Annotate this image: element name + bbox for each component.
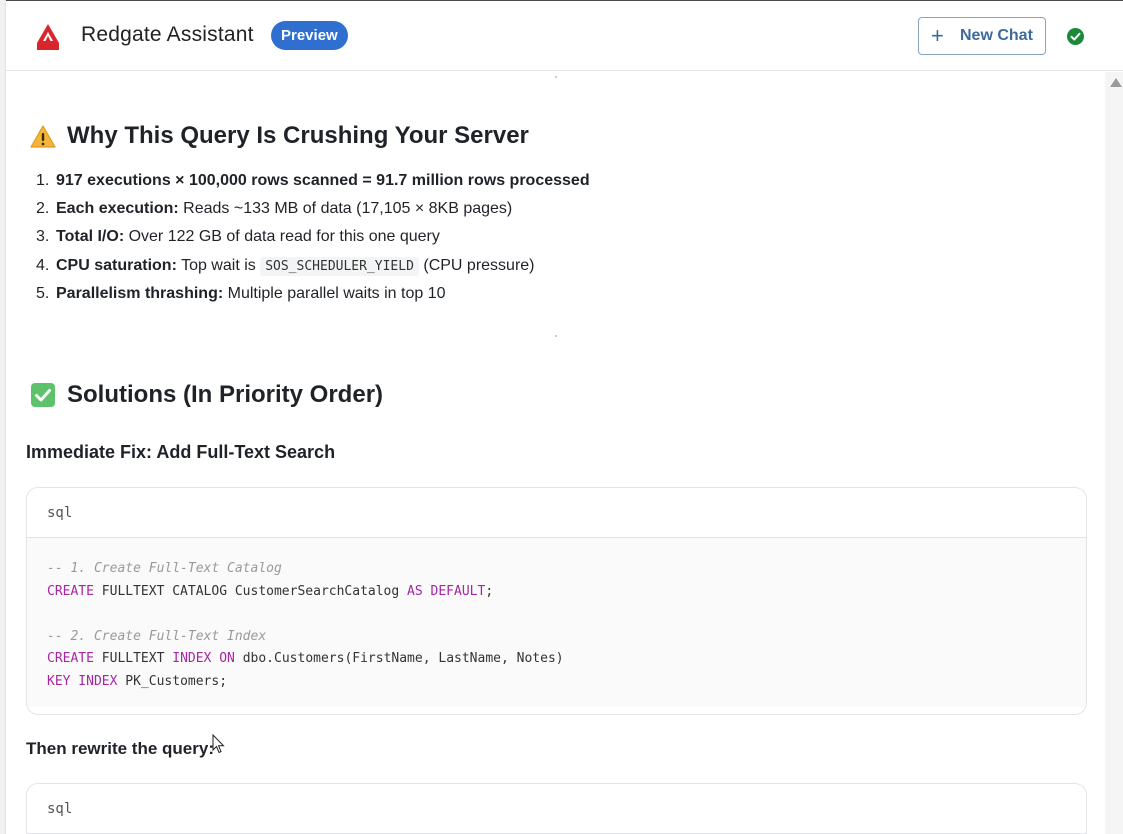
list-item: 4. CPU saturation: Top wait is SOS_SCHEDU… (36, 256, 535, 276)
section-heading-issues: Why This Query Is Crushing Your Server (67, 122, 529, 149)
new-chat-button[interactable]: + New Chat (918, 17, 1046, 55)
app-header: Redgate Assistant Preview + New Chat (6, 1, 1123, 71)
code-language-label: sql (27, 488, 1086, 538)
issues-list: 1. 917 executions × 100,000 rows scanned … (36, 170, 590, 311)
list-item: 5. Parallelism thrashing: Multiple parall… (36, 284, 446, 302)
section-heading-solutions: Solutions (In Priority Order) (67, 381, 384, 408)
redgate-logo-icon (37, 24, 59, 50)
plus-icon: + (931, 23, 944, 48)
code-language-label: sql (27, 784, 1086, 834)
inline-code: SOS_SCHEDULER_YIELD (260, 256, 419, 276)
warning-icon (30, 125, 56, 148)
chat-message-content: Why This Query Is Crushing Your Server 1… (6, 72, 1105, 834)
list-item: 1. 917 executions × 100,000 rows scanned … (36, 172, 590, 189)
code-content[interactable]: -- 1. Create Full-Text Catalog CREATE FU… (27, 538, 1086, 707)
list-item: 2. Each execution: Reads ~133 MB of data … (36, 200, 513, 218)
code-block: sql (26, 783, 1087, 834)
divider-dot (555, 335, 557, 337)
subheading-immediate-fix: Immediate Fix: Add Full-Text Search (26, 442, 336, 462)
preview-badge: Preview (271, 21, 348, 50)
list-item: 3. Total I/O: Over 122 GB of data read fo… (36, 228, 440, 246)
code-block: sql -- 1. Create Full-Text Catalog CREAT… (26, 487, 1087, 715)
app-title: Redgate Assistant (81, 23, 254, 46)
mouse-cursor-icon (212, 734, 225, 754)
divider-dot (555, 76, 557, 78)
chat-scrollbar[interactable] (1105, 72, 1123, 834)
check-circle-icon (1067, 28, 1084, 45)
subheading-rewrite-query: Then rewrite the query: (26, 739, 214, 758)
new-chat-label: New Chat (960, 27, 1033, 44)
check-box-icon (31, 383, 55, 407)
scroll-up-arrow-icon[interactable] (1110, 78, 1122, 87)
